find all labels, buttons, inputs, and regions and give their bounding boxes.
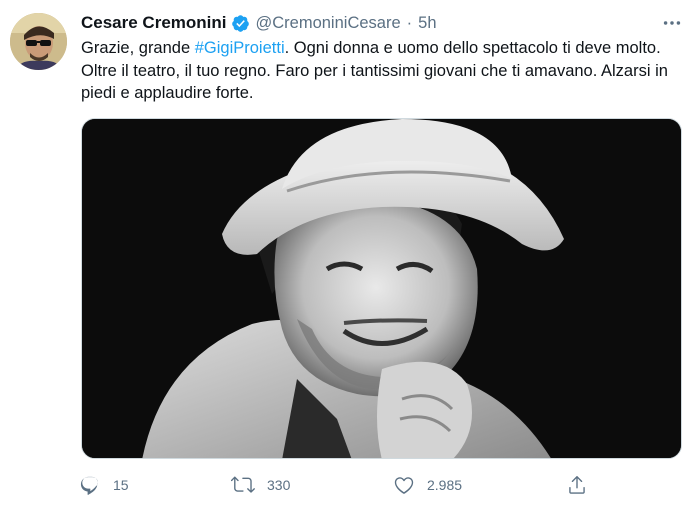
author-name[interactable]: Cesare Cremonini (81, 13, 227, 33)
avatar[interactable] (10, 13, 67, 70)
retweet-button[interactable]: 330 (231, 473, 290, 497)
like-count: 2.985 (427, 477, 463, 493)
tweet-photo[interactable] (81, 118, 682, 459)
hashtag-link[interactable]: #GigiProietti (195, 39, 285, 57)
tweet-timestamp[interactable]: 5h (418, 14, 436, 33)
reply-button[interactable]: 15 (79, 473, 129, 497)
tweet-text-start: Grazie, grande (81, 39, 195, 57)
retweet-icon (231, 474, 255, 496)
retweet-count: 330 (267, 477, 291, 493)
photo-image (82, 119, 681, 458)
author-handle[interactable]: @CremoniniCesare (256, 14, 401, 33)
tweet-card[interactable]: Cesare Cremonini @CremoniniCesare · 5h G… (0, 0, 700, 509)
verified-badge-icon (231, 14, 250, 33)
tweet-header: Cesare Cremonini @CremoniniCesare · 5h (81, 11, 437, 35)
separator-dot: · (406, 13, 413, 32)
tweet-text: Grazie, grande #GigiProietti. Ogni donna… (81, 37, 681, 105)
reply-icon (79, 474, 101, 496)
share-button[interactable] (566, 473, 588, 497)
like-button[interactable]: 2.985 (393, 473, 462, 497)
reply-count: 15 (113, 477, 129, 493)
heart-icon (393, 474, 415, 496)
share-icon (566, 474, 588, 496)
more-options-icon[interactable] (659, 12, 685, 34)
tweet-actions: 15 330 2.985 (79, 473, 599, 497)
